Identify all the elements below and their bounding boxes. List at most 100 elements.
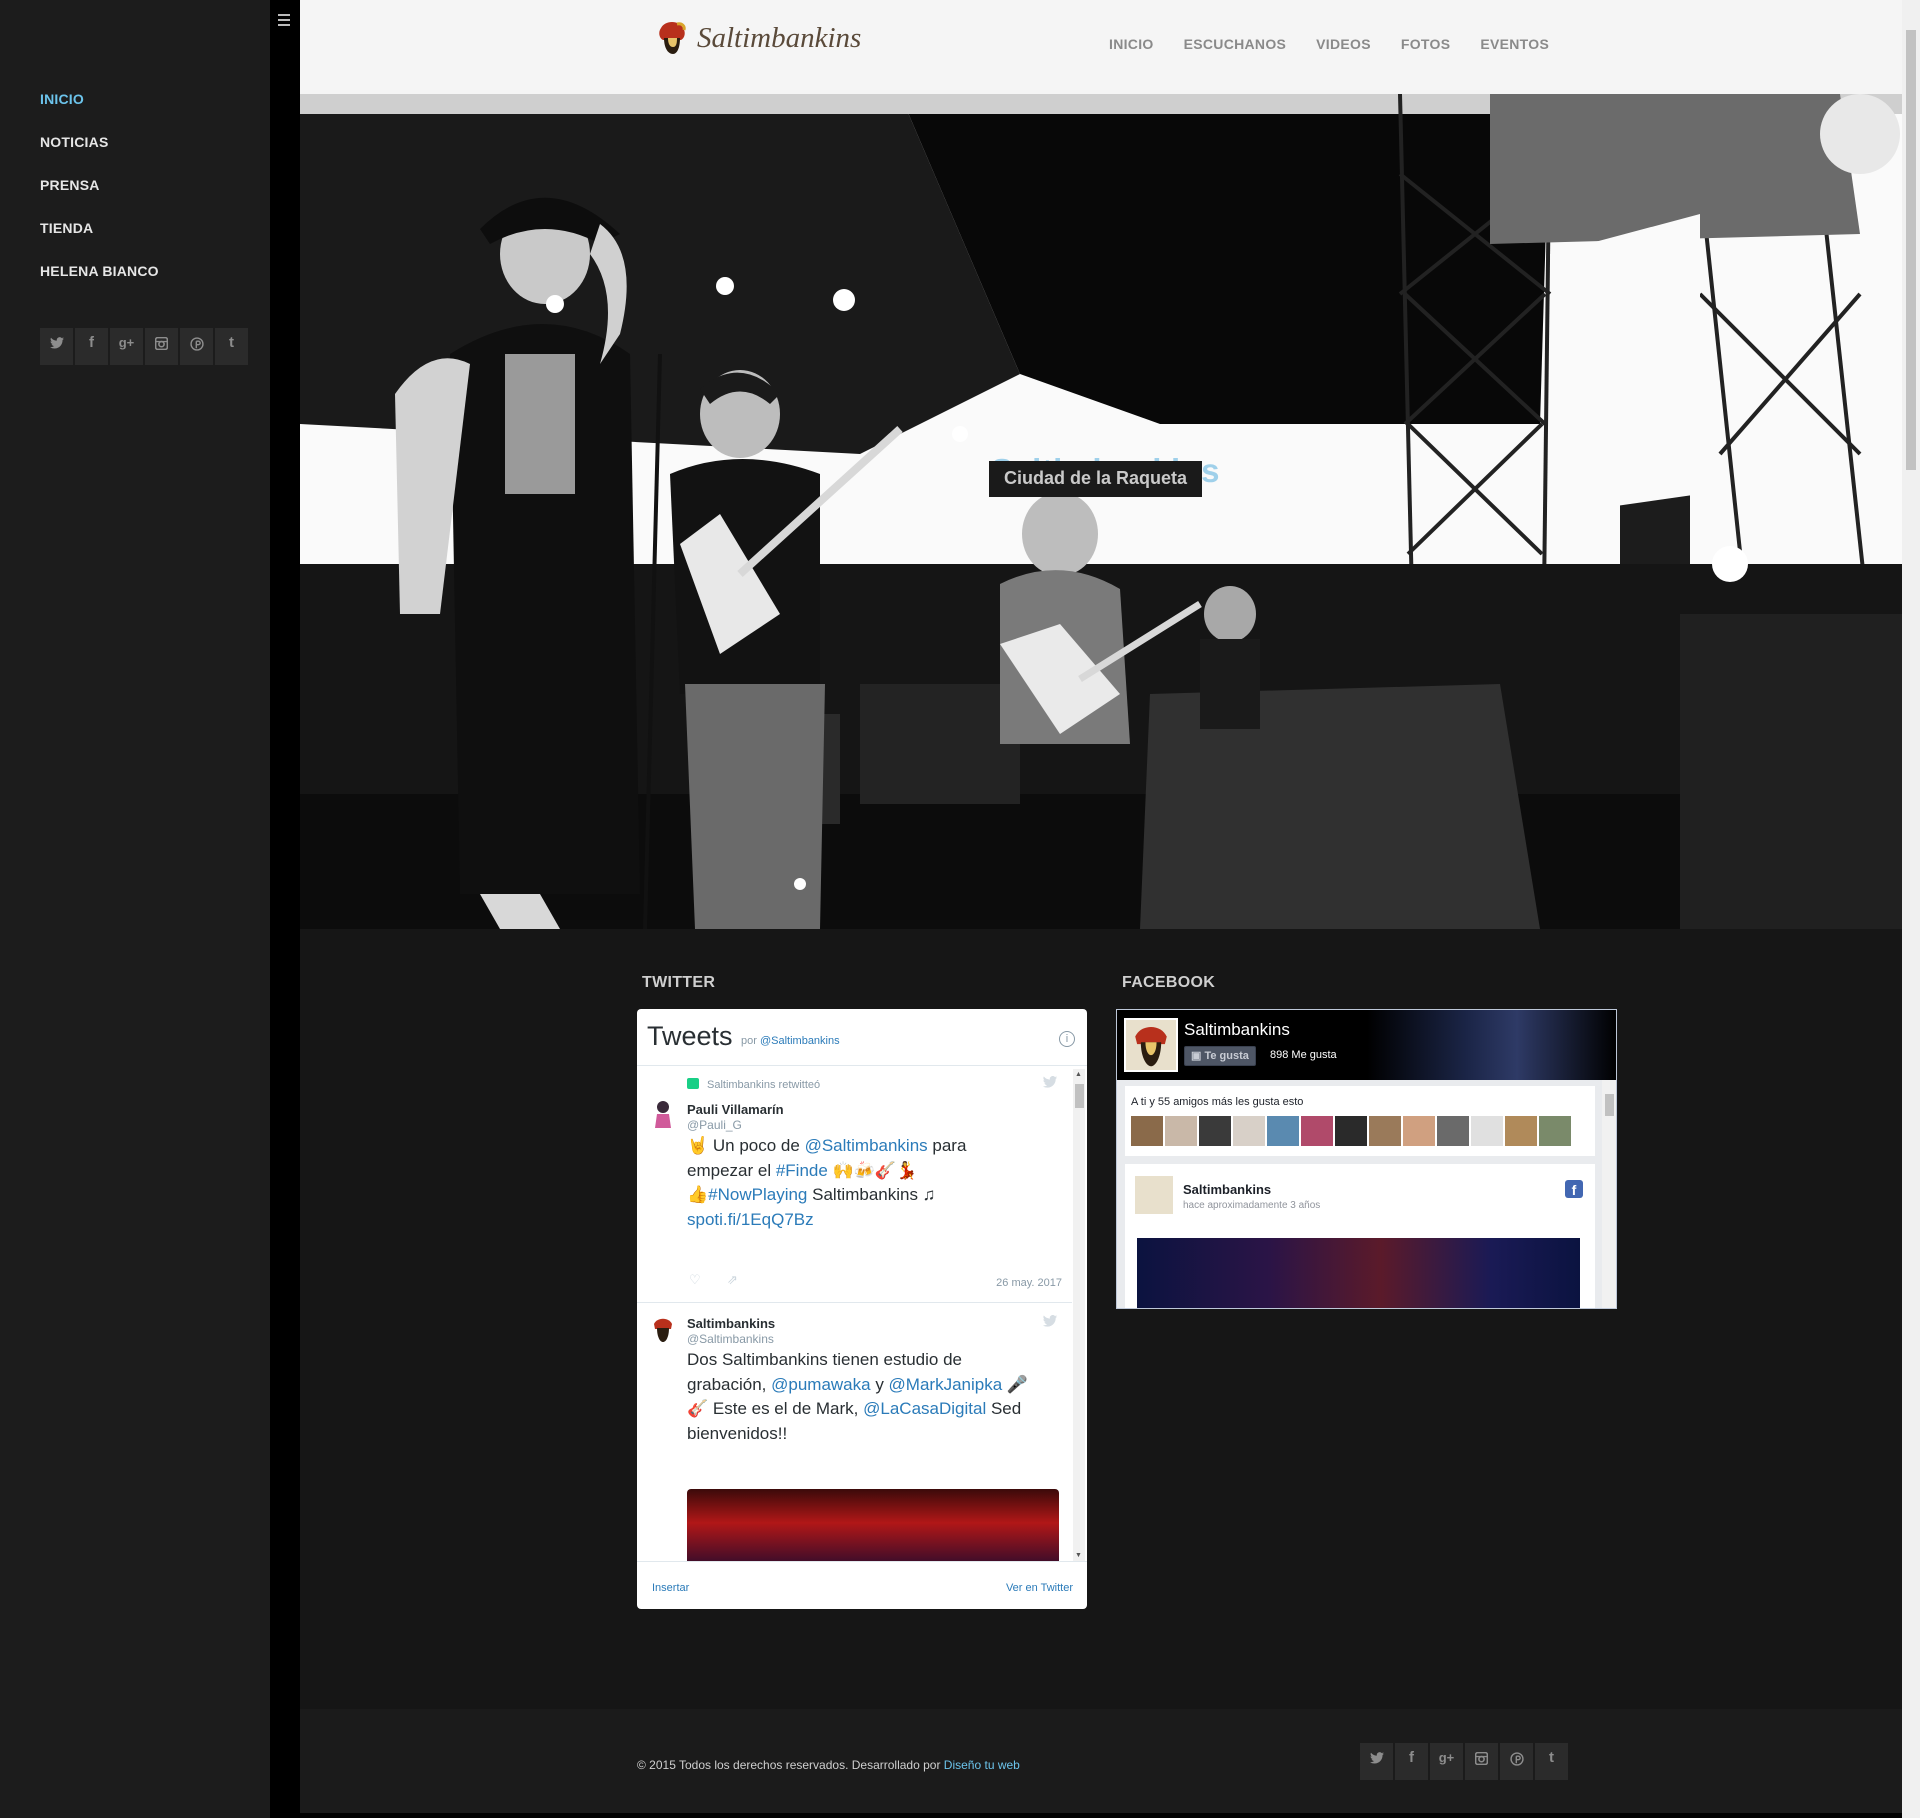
hashtag-link[interactable]: #NowPlaying (708, 1185, 807, 1204)
tweet-item[interactable]: Saltimbankins retwitteó Pauli Villamarín… (637, 1066, 1072, 1303)
tweet-line: 🤘 Un poco de @Saltimbankins para (687, 1134, 1057, 1159)
facebook-feed-scrollbar[interactable] (1602, 1080, 1616, 1308)
friend-avatar[interactable] (1199, 1116, 1231, 1146)
post-avatar[interactable] (1135, 1176, 1173, 1214)
friend-avatar[interactable] (1131, 1116, 1163, 1146)
tweet-line: bienvenidos!! (687, 1423, 788, 1443)
scroll-up-icon[interactable]: ▲ (1075, 1071, 1082, 1078)
text: para (927, 1136, 967, 1155)
tweet-author-handle[interactable]: @Saltimbankins (687, 1332, 774, 1346)
credit-link[interactable]: Diseño tu web (944, 1758, 1020, 1772)
tweet-item[interactable]: Saltimbankins @Saltimbankins Dos Saltimb… (637, 1303, 1072, 1561)
hamburger-menu-icon[interactable] (278, 14, 292, 28)
side-menu-item-inicio[interactable]: INICIO (40, 86, 159, 129)
hashtag-link[interactable]: #Finde (776, 1161, 828, 1180)
logo-text: Saltimbankins (697, 21, 862, 54)
scroll-down-icon[interactable]: ▼ (1075, 1552, 1082, 1559)
nav-eventos[interactable]: EVENTOS (1480, 36, 1549, 52)
retweet-text: Saltimbankins retwitteó (707, 1079, 821, 1091)
scrollbar-thumb[interactable] (1605, 1094, 1614, 1116)
like-button[interactable]: ▣ Te gusta (1184, 1046, 1256, 1066)
nav-fotos[interactable]: FOTOS (1401, 36, 1450, 52)
facebook-page-name[interactable]: Saltimbankins (1184, 1020, 1290, 1040)
text: Saltimbankins ♫ (807, 1185, 936, 1204)
mention-link[interactable]: @Saltimbankins (805, 1136, 928, 1155)
tweet-media-image[interactable] (687, 1489, 1059, 1561)
info-icon[interactable]: i (1059, 1031, 1075, 1047)
logo-mark-icon (659, 22, 686, 54)
facebook-icon[interactable]: f (75, 328, 108, 365)
pinterest-icon[interactable] (1500, 1743, 1533, 1780)
top-header: Saltimbankins INICIO ESCUCHANOS VIDEOS F… (300, 0, 1902, 94)
friend-avatar[interactable] (1471, 1116, 1503, 1146)
share-icon[interactable]: ⇗ (727, 1272, 738, 1288)
like-heart-icon[interactable]: ♡ (689, 1272, 701, 1288)
side-navigation: INICIO NOTICIAS PRENSA TIENDA HELENA BIA… (0, 0, 270, 1818)
instagram-icon[interactable] (145, 328, 178, 365)
google-plus-icon[interactable]: g+ (1430, 1743, 1463, 1780)
side-menu-item-tienda[interactable]: TIENDA (40, 215, 159, 258)
scrollbar-thumb[interactable] (1906, 30, 1916, 470)
facebook-icon[interactable]: f (1565, 1180, 1583, 1198)
copyright-text: © 2015 Todos los derechos reservados. De… (637, 1758, 1020, 1772)
scrollbar-thumb[interactable] (1075, 1084, 1084, 1108)
menu-toggle-strip (270, 0, 300, 1818)
friend-avatar[interactable] (1437, 1116, 1469, 1146)
friend-avatar[interactable] (1335, 1116, 1367, 1146)
side-menu-item-prensa[interactable]: PRENSA (40, 172, 159, 215)
mention-link[interactable]: @MarkJanipka (889, 1375, 1003, 1394)
avatar[interactable] (649, 1098, 677, 1128)
side-menu-item-noticias[interactable]: NOTICIAS (40, 129, 159, 172)
friends-like-text: A ti y 55 amigos más les gusta esto (1131, 1096, 1304, 1108)
retweet-note: Saltimbankins retwitteó (687, 1078, 820, 1091)
tweets-by-handle[interactable]: @Saltimbankins (760, 1035, 840, 1047)
friend-faces (1131, 1116, 1571, 1146)
url-link[interactable]: spoti.fi/1EqQ7Bz (687, 1210, 814, 1229)
facebook-post[interactable]: Saltimbankins hace aproximadamente 3 año… (1125, 1164, 1595, 1308)
friend-avatar[interactable] (1267, 1116, 1299, 1146)
tweet-date[interactable]: 26 may. 2017 (996, 1277, 1062, 1289)
embed-link[interactable]: Insertar (652, 1582, 689, 1594)
friend-avatar[interactable] (1165, 1116, 1197, 1146)
nav-videos[interactable]: VIDEOS (1316, 36, 1371, 52)
page: INICIO NOTICIAS PRENSA TIENDA HELENA BIA… (0, 0, 1920, 1818)
tweet-list-scrollbar[interactable]: ▲ ▼ (1073, 1069, 1085, 1561)
text: grabación, (687, 1374, 772, 1394)
twitter-icon[interactable] (1360, 1743, 1393, 1780)
mention-link[interactable]: @LaCasaDigital (863, 1399, 986, 1418)
side-menu: INICIO NOTICIAS PRENSA TIENDA HELENA BIA… (40, 86, 159, 301)
tweet-author-name[interactable]: Saltimbankins (687, 1316, 775, 1331)
friend-avatar[interactable] (1539, 1116, 1571, 1146)
tumblr-icon[interactable]: t (1535, 1743, 1568, 1780)
twitter-icon[interactable] (40, 328, 73, 365)
site-logo[interactable]: Saltimbankins (655, 20, 861, 56)
post-time[interactable]: hace aproximadamente 3 años (1183, 1200, 1320, 1211)
emoji: 🎤 (1002, 1374, 1029, 1394)
friend-avatar[interactable] (1301, 1116, 1333, 1146)
tumblr-icon[interactable]: t (215, 328, 248, 365)
mention-link[interactable]: @pumawaka (771, 1375, 870, 1394)
tweet-author-name[interactable]: Pauli Villamarín (687, 1102, 784, 1117)
page-avatar[interactable] (1124, 1018, 1178, 1072)
friend-avatar[interactable] (1369, 1116, 1401, 1146)
tweet-author-handle[interactable]: @Pauli_G (687, 1118, 742, 1132)
retweet-icon (687, 1078, 699, 1089)
google-plus-icon[interactable]: g+ (110, 328, 143, 365)
friend-avatar[interactable] (1403, 1116, 1435, 1146)
like-count: 898 Me gusta (1270, 1049, 1337, 1061)
nav-inicio[interactable]: INICIO (1109, 36, 1154, 52)
nav-escuchanos[interactable]: ESCUCHANOS (1184, 36, 1287, 52)
post-author[interactable]: Saltimbankins (1183, 1182, 1271, 1197)
friend-avatar[interactable] (1505, 1116, 1537, 1146)
friend-avatar[interactable] (1233, 1116, 1265, 1146)
hero-subtitle: Ciudad de la Raqueta (989, 461, 1203, 497)
pinterest-icon[interactable] (180, 328, 213, 365)
side-menu-item-helena-bianco[interactable]: HELENA BIANCO (40, 258, 159, 301)
instagram-icon[interactable] (1465, 1743, 1498, 1780)
avatar[interactable] (649, 1315, 677, 1345)
tweet-line: 🎸 Este es el de Mark, @LaCasaDigital Sed (687, 1397, 1057, 1422)
page-scrollbar[interactable] (1902, 0, 1920, 1818)
view-on-twitter-link[interactable]: Ver en Twitter (1006, 1582, 1073, 1594)
facebook-icon[interactable]: f (1395, 1743, 1428, 1780)
post-image[interactable] (1137, 1238, 1580, 1308)
